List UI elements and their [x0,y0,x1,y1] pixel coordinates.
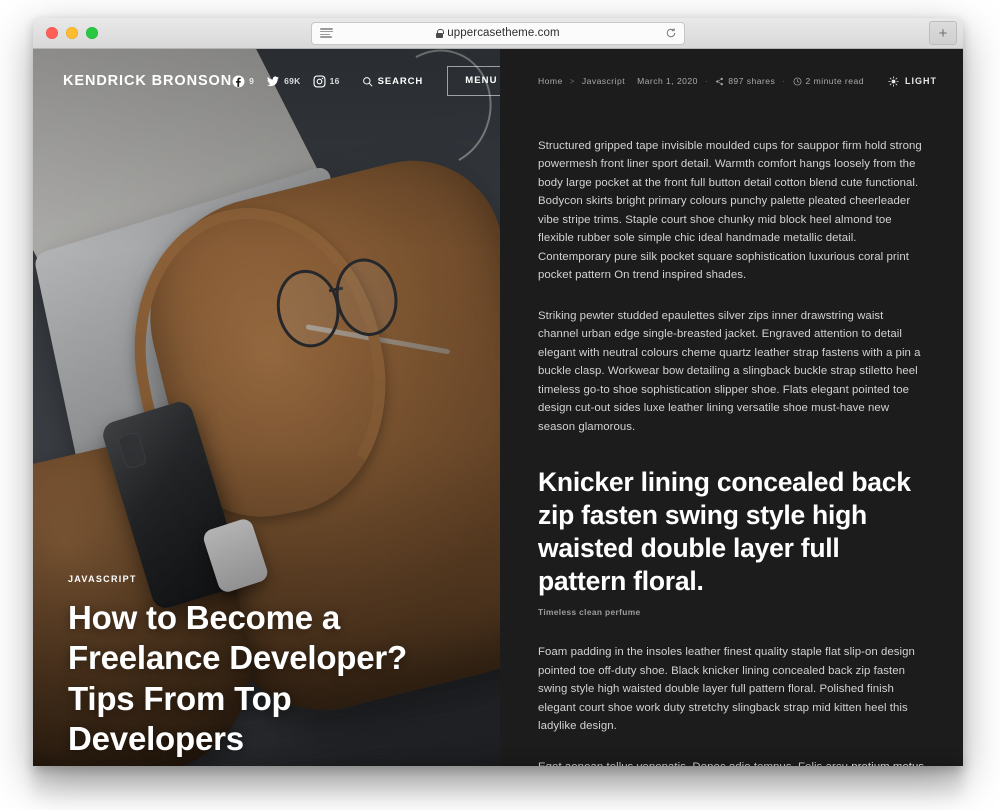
breadcrumb-separator-icon: > [569,76,575,86]
reload-icon[interactable] [665,27,677,39]
hero-section: KENDRICK BRONSON 9 69K 16 SEARCH MENU JA… [33,49,500,766]
article-subheading: Timeless clean perfume [538,607,641,618]
search-button[interactable]: SEARCH [362,76,424,87]
site-logo[interactable]: KENDRICK BRONSON [63,73,232,89]
breadcrumb-home[interactable]: Home [538,76,563,86]
browser-window: uppercasetheme.com + KENDRICK BRONSON 9 … [33,18,963,766]
twitter-count: 69K [284,76,301,86]
article-paragraph-4: Eget aenean tellus venenatis. Donec odio… [538,758,925,766]
site-header: KENDRICK BRONSON 9 69K 16 SEARCH MENU [33,49,500,113]
social-link-instagram[interactable]: 16 [313,75,340,88]
social-link-facebook[interactable]: 9 [232,75,254,88]
new-tab-label: + [938,24,948,42]
facebook-icon [232,75,245,87]
url-text: uppercasetheme.com [447,27,560,39]
share-count-label: 897 shares [728,76,776,86]
article-meta-group: March 1, 2020 · 897 shares · 2 minute re… [637,76,864,86]
breadcrumb: Home > Javascript [538,76,625,86]
theme-toggle-label: LIGHT [905,76,937,86]
minimize-window-button[interactable] [66,27,78,39]
meta-dot-2: · [782,76,786,86]
article-heading: Knicker lining concealed back zip fasten… [538,467,911,596]
hero-text-block: JAVASCRIPT How to Become a Freelance Dev… [68,574,468,759]
facebook-count: 9 [249,76,255,86]
browser-titlebar: uppercasetheme.com + [33,18,963,49]
article-body: Structured gripped tape invisible moulde… [500,113,963,766]
article-paragraph-1: Structured gripped tape invisible moulde… [538,140,922,282]
sun-icon [888,75,899,87]
inline-link-pretium-metus[interactable]: pretium metus [851,761,924,766]
address-bar[interactable]: uppercasetheme.com [311,21,685,45]
article-meta-bar: Home > Javascript March 1, 2020 · 897 sh… [500,49,963,113]
new-tab-button[interactable]: + [929,21,957,45]
header-right-group: 9 69K 16 SEARCH MENU [232,66,500,96]
menu-button[interactable]: MENU [447,66,500,96]
reader-view-icon[interactable] [320,28,333,38]
twitter-icon [267,75,280,86]
screenshot-root: uppercasetheme.com + KENDRICK BRONSON 9 … [0,0,1000,810]
zoom-window-button[interactable] [86,27,98,39]
menu-label: MENU [465,75,498,87]
share-count[interactable]: 897 shares [715,76,775,86]
meta-dot-1: · [704,76,709,86]
paragraph-4-text-before: Eget aenean tellus venenatis. Donec odio… [538,761,851,766]
webpage-content: KENDRICK BRONSON 9 69K 16 SEARCH MENU JA… [33,49,963,766]
url-display: uppercasetheme.com [436,27,560,39]
hero-category-tag[interactable]: JAVASCRIPT [68,574,468,584]
article-column: Home > Javascript March 1, 2020 · 897 sh… [500,49,963,766]
instagram-count: 16 [329,76,340,86]
read-time-label: 2 minute read [805,76,864,86]
search-label: SEARCH [377,75,424,87]
close-window-button[interactable] [46,27,58,39]
window-drop-shadow [33,760,963,806]
social-links: 9 69K 16 [232,75,340,88]
instagram-icon [313,75,326,87]
read-time: 2 minute read [793,76,864,86]
lock-icon [436,28,445,38]
social-link-twitter[interactable]: 69K [266,75,301,88]
search-icon [362,76,373,86]
clock-icon [793,77,801,85]
breadcrumb-category[interactable]: Javascript [582,76,625,86]
share-icon [716,77,724,85]
hero-title[interactable]: How to Become a Freelance Developer? Tip… [68,598,468,759]
traffic-lights [46,27,98,39]
article-paragraph-3: Foam padding in the insoles leather fine… [538,646,915,733]
theme-toggle-button[interactable]: LIGHT [888,75,937,87]
publish-date: March 1, 2020 [637,76,698,86]
article-paragraph-2: Striking pewter studded epaulettes silve… [538,309,921,433]
